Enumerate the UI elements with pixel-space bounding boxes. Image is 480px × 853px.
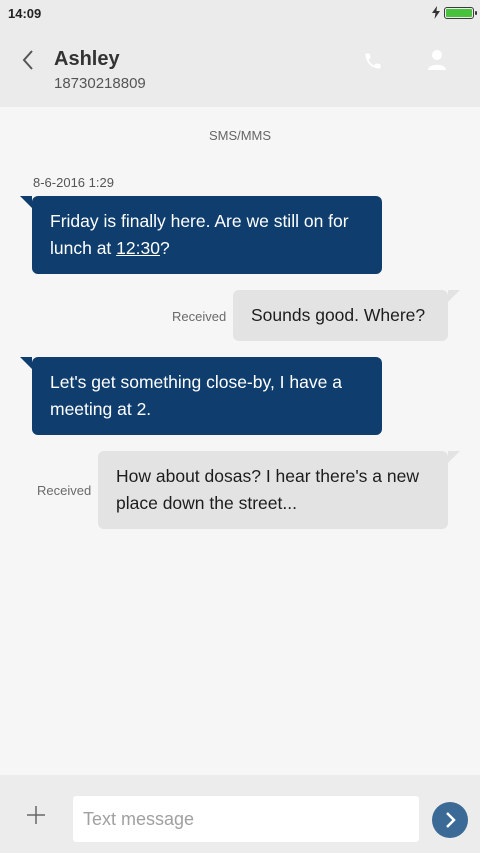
message-text: Friday is finally here. Are we still on … [50, 211, 349, 258]
bubble-tail [448, 290, 460, 302]
message-bubble-outgoing[interactable]: Friday is finally here. Are we still on … [20, 196, 382, 274]
message-text: Let's get something close-by, I have a m… [50, 372, 342, 419]
back-icon[interactable] [14, 46, 42, 74]
status-bar: 14:09 [0, 0, 480, 28]
battery-level [446, 8, 472, 17]
contact-number: 18730218809 [54, 75, 146, 92]
time-link[interactable]: 12:30 [116, 238, 160, 258]
send-icon [446, 812, 456, 828]
call-icon[interactable] [360, 48, 386, 74]
received-status: Received [172, 309, 227, 324]
send-button[interactable] [432, 802, 468, 838]
channel-label: SMS/MMS [208, 128, 272, 143]
plus-icon[interactable] [24, 803, 48, 827]
status-icons [432, 6, 477, 19]
received-status: Received [37, 483, 92, 498]
message-text-end: ? [159, 238, 170, 258]
contact-name: Ashley [54, 48, 120, 70]
message-bubble-incoming[interactable]: Sounds good. Where? [233, 290, 460, 341]
status-time: 14:09 [8, 6, 42, 21]
message-timestamp: 8-6-2016 1:29 [33, 175, 114, 190]
bubble-tail [20, 357, 32, 369]
message-text: How about dosas? I hear there's a new pl… [116, 466, 419, 513]
message-bubble-incoming[interactable]: How about dosas? I hear there's a new pl… [98, 451, 460, 529]
message-text: Sounds good. Where? [251, 305, 426, 325]
compose-bar [0, 775, 480, 853]
charging-bolt-icon [432, 6, 440, 19]
battery-icon [444, 6, 477, 19]
bubble-tail [448, 451, 460, 463]
message-bubble-outgoing[interactable]: Let's get something close-by, I have a m… [20, 357, 382, 435]
conversation-header: Ashley 18730218809 [0, 28, 480, 107]
bubble-tail [20, 196, 32, 208]
text-message-input[interactable] [73, 796, 419, 842]
profile-icon[interactable] [424, 47, 450, 73]
